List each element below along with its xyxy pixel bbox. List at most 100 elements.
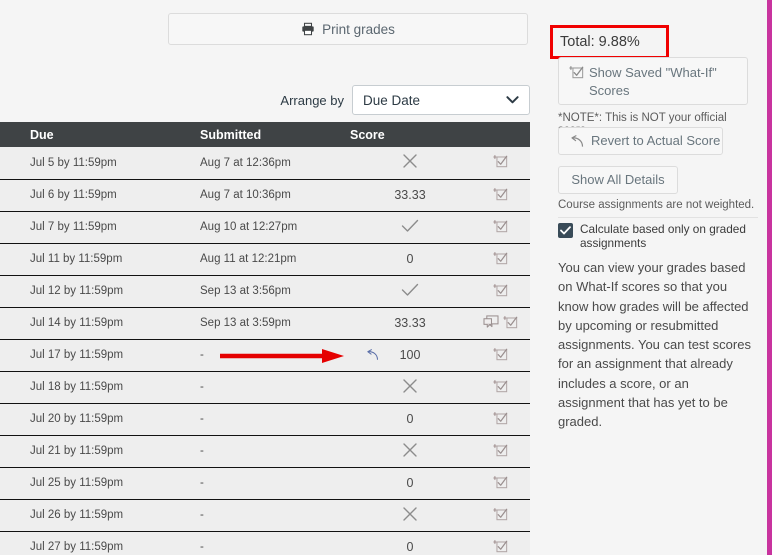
cell-submitted: - bbox=[200, 531, 350, 555]
check-icon bbox=[401, 283, 419, 296]
what-if-score-icon[interactable] bbox=[492, 475, 508, 492]
cell-due: Jul 27 by 11:59pm bbox=[0, 531, 200, 555]
what-if-score-icon[interactable] bbox=[492, 507, 508, 524]
table-row[interactable]: Jul 21 by 11:59pm - bbox=[0, 435, 530, 468]
cell-score[interactable]: 0 bbox=[350, 243, 470, 276]
column-header-score[interactable]: Score bbox=[350, 122, 470, 147]
grades-page: Print grades Arrange by Due Date Due Sub… bbox=[0, 0, 772, 555]
cell-score[interactable] bbox=[350, 499, 470, 532]
cell-score[interactable] bbox=[350, 435, 470, 468]
cell-due: Jul 17 by 11:59pm bbox=[0, 339, 200, 372]
score-value: 0 bbox=[406, 252, 414, 266]
check-icon bbox=[560, 226, 571, 235]
grades-table: Due Submitted Score Jul 5 by 11:59pm Aug … bbox=[0, 122, 530, 555]
cell-due: Jul 12 by 11:59pm bbox=[0, 275, 200, 308]
x-icon bbox=[401, 441, 419, 462]
cell-submitted: Sep 13 at 3:56pm bbox=[200, 275, 350, 308]
cell-score[interactable] bbox=[350, 275, 470, 308]
table-row[interactable]: Jul 12 by 11:59pm Sep 13 at 3:56pm bbox=[0, 275, 530, 308]
cell-actions bbox=[470, 467, 530, 500]
revert-to-actual-score-button[interactable]: Revert to Actual Score bbox=[558, 127, 723, 155]
show-saved-what-if-scores-button[interactable]: Show Saved "What-If" Scores bbox=[558, 57, 748, 105]
score-value: 0 bbox=[406, 412, 414, 426]
check-icon bbox=[401, 283, 419, 300]
cell-score[interactable] bbox=[350, 211, 470, 244]
x-icon bbox=[401, 377, 419, 398]
total-score-label: Total: 9.88% bbox=[560, 34, 640, 50]
cell-score[interactable]: 33.33 bbox=[350, 179, 470, 212]
show-all-details-button[interactable]: Show All Details bbox=[558, 166, 678, 194]
revert-arrow-icon bbox=[568, 134, 584, 148]
x-icon bbox=[401, 152, 419, 173]
table-row[interactable]: Jul 25 by 11:59pm - 0 bbox=[0, 467, 530, 500]
revert-arrow-icon[interactable] bbox=[364, 349, 379, 361]
show-saved-what-if-scores-label: Show Saved "What-If" Scores bbox=[589, 65, 717, 98]
table-row[interactable]: Jul 11 by 11:59pm Aug 11 at 12:21pm 0 bbox=[0, 243, 530, 276]
cell-due: Jul 6 by 11:59pm bbox=[0, 179, 200, 212]
cell-score[interactable]: 33.33 bbox=[350, 307, 470, 340]
cell-submitted: - bbox=[200, 403, 350, 436]
cell-due: Jul 18 by 11:59pm bbox=[0, 371, 200, 404]
x-icon bbox=[403, 378, 417, 393]
what-if-score-icon[interactable] bbox=[492, 411, 508, 428]
table-row[interactable]: Jul 18 by 11:59pm - bbox=[0, 371, 530, 404]
cell-score[interactable]: 100 bbox=[350, 339, 470, 372]
check-icon bbox=[401, 219, 419, 236]
cell-submitted: Aug 10 at 12:27pm bbox=[200, 211, 350, 244]
what-if-score-icon[interactable] bbox=[492, 283, 508, 300]
cell-score[interactable] bbox=[350, 147, 470, 180]
cell-due: Jul 26 by 11:59pm bbox=[0, 499, 200, 532]
cell-actions bbox=[470, 179, 530, 212]
cell-due: Jul 11 by 11:59pm bbox=[0, 243, 200, 276]
grades-sidebar: Total: 9.88% Show Saved "What-If" Scores… bbox=[548, 0, 760, 555]
print-grades-button[interactable]: Print grades bbox=[168, 13, 528, 45]
cell-actions bbox=[470, 211, 530, 244]
right-gutter bbox=[760, 0, 767, 555]
table-row[interactable]: Jul 5 by 11:59pm Aug 7 at 12:36pm bbox=[0, 147, 530, 180]
what-if-score-icon[interactable] bbox=[492, 219, 508, 236]
calculate-graded-only-row[interactable]: Calculate based only on graded assignmen… bbox=[558, 222, 754, 250]
comment-icon[interactable] bbox=[482, 314, 499, 332]
what-if-score-icon bbox=[569, 65, 584, 84]
cell-due: Jul 5 by 11:59pm bbox=[0, 147, 200, 180]
cell-submitted: - bbox=[200, 339, 350, 372]
table-row[interactable]: Jul 26 by 11:59pm - bbox=[0, 499, 530, 532]
what-if-score-icon[interactable] bbox=[492, 187, 508, 204]
cell-score[interactable]: 0 bbox=[350, 531, 470, 555]
what-if-score-icon[interactable] bbox=[492, 251, 508, 268]
table-row[interactable]: Jul 20 by 11:59pm - 0 bbox=[0, 403, 530, 436]
table-row[interactable]: Jul 7 by 11:59pm Aug 10 at 12:27pm bbox=[0, 211, 530, 244]
weighting-note: Course assignments are not weighted. bbox=[558, 199, 758, 218]
cell-submitted: Sep 13 at 3:59pm bbox=[200, 307, 350, 340]
cell-actions bbox=[470, 243, 530, 276]
cell-submitted: - bbox=[200, 467, 350, 500]
cell-score[interactable]: 0 bbox=[350, 467, 470, 500]
cell-due: Jul 21 by 11:59pm bbox=[0, 435, 200, 468]
cell-submitted: Aug 7 at 10:36pm bbox=[200, 179, 350, 212]
print-grades-label: Print grades bbox=[322, 21, 395, 37]
cell-submitted: - bbox=[200, 371, 350, 404]
check-icon bbox=[401, 219, 419, 232]
x-icon bbox=[403, 442, 417, 457]
what-if-score-icon[interactable] bbox=[492, 154, 508, 171]
what-if-score-icon[interactable] bbox=[492, 347, 508, 364]
printer-icon bbox=[301, 22, 315, 36]
what-if-score-icon[interactable] bbox=[492, 443, 508, 460]
column-header-actions bbox=[470, 122, 530, 147]
table-row[interactable]: Jul 6 by 11:59pm Aug 7 at 10:36pm 33.33 bbox=[0, 179, 530, 212]
cell-score[interactable] bbox=[350, 371, 470, 404]
arrange-by-select[interactable]: Due Date bbox=[352, 85, 530, 115]
table-row[interactable]: Jul 17 by 11:59pm - 100 bbox=[0, 339, 530, 372]
what-if-score-icon[interactable] bbox=[492, 379, 508, 396]
total-score-box: Total: 9.88% bbox=[550, 25, 669, 59]
cell-score[interactable]: 0 bbox=[350, 403, 470, 436]
table-row[interactable]: Jul 14 by 11:59pm Sep 13 at 3:59pm 33.33 bbox=[0, 307, 530, 340]
what-if-score-icon[interactable] bbox=[502, 315, 518, 332]
column-header-due[interactable]: Due bbox=[0, 122, 200, 147]
what-if-score-icon[interactable] bbox=[492, 539, 508, 555]
what-if-help-text: You can view your grades based on What-I… bbox=[558, 260, 751, 430]
table-row[interactable]: Jul 27 by 11:59pm - 0 bbox=[0, 531, 530, 555]
calculate-graded-only-checkbox[interactable] bbox=[558, 223, 573, 238]
column-header-submitted[interactable]: Submitted bbox=[200, 122, 350, 147]
x-icon bbox=[403, 154, 417, 168]
